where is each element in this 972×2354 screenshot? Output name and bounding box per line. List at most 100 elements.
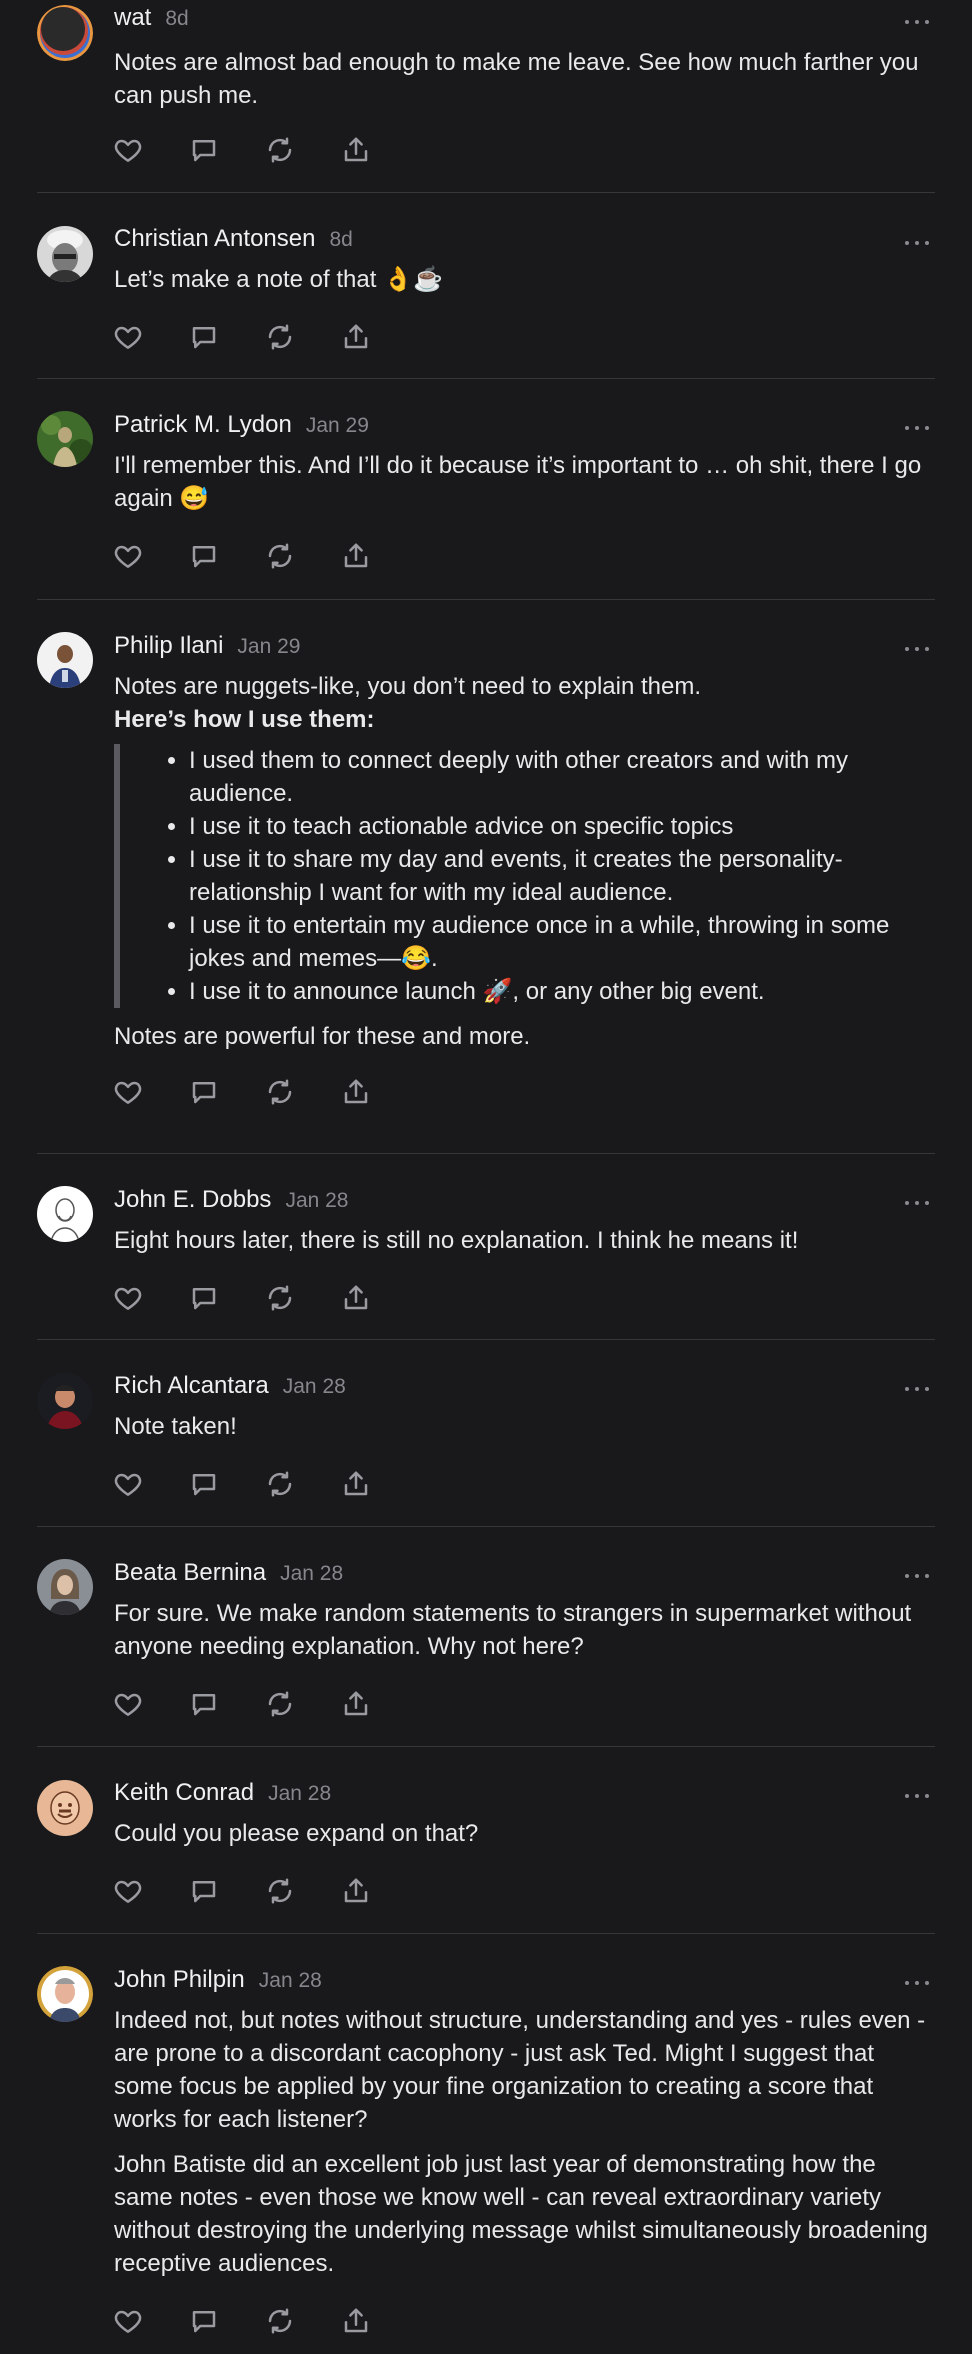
restack-icon[interactable] — [260, 1684, 300, 1724]
restack-icon[interactable] — [260, 536, 300, 576]
more-options-icon[interactable] — [899, 639, 935, 659]
note-date[interactable]: Jan 29 — [237, 635, 300, 659]
note-date[interactable]: Jan 28 — [285, 1189, 348, 1213]
more-options-icon[interactable] — [899, 418, 935, 438]
more-options-icon[interactable] — [899, 1973, 935, 1993]
avatar[interactable] — [37, 226, 93, 282]
like-icon[interactable] — [108, 1072, 148, 1112]
note-actions — [114, 536, 935, 576]
note-body: Could you please expand on that? — [114, 1817, 935, 1850]
note-date[interactable]: 8d — [165, 7, 188, 31]
share-icon[interactable] — [336, 1072, 376, 1112]
share-icon[interactable] — [336, 536, 376, 576]
note-bold-heading: Here’s how I use them: — [114, 706, 375, 733]
list-item: I use it to teach actionable advice on s… — [189, 810, 915, 843]
note-card: Keith Conrad Jan 28 Could you please exp… — [37, 1747, 935, 1934]
author-name[interactable]: Christian Antonsen — [114, 225, 315, 253]
note-card: John E. Dobbs Jan 28 Eight hours later, … — [37, 1154, 935, 1340]
restack-icon[interactable] — [260, 1278, 300, 1318]
bullet-list: I used them to connect deeply with other… — [156, 744, 915, 1008]
restack-icon[interactable] — [260, 1464, 300, 1504]
note-paragraph: Could you please expand on that? — [114, 1820, 479, 1847]
note-body: Eight hours later, there is still no exp… — [114, 1224, 935, 1257]
comment-icon[interactable] — [184, 130, 224, 170]
note-card: wat 8d Notes are almost bad enough to ma… — [37, 0, 935, 193]
share-icon[interactable] — [336, 1684, 376, 1724]
more-options-icon[interactable] — [899, 1786, 935, 1806]
author-name[interactable]: John E. Dobbs — [114, 1186, 271, 1214]
avatar[interactable] — [37, 1373, 93, 1429]
restack-icon[interactable] — [260, 1871, 300, 1911]
author-name[interactable]: Philip Ilani — [114, 632, 223, 660]
comment-icon[interactable] — [184, 1464, 224, 1504]
note-date[interactable]: Jan 29 — [306, 414, 369, 438]
comment-icon[interactable] — [184, 536, 224, 576]
share-icon[interactable] — [336, 1871, 376, 1911]
note-actions — [114, 130, 935, 170]
notes-feed: wat 8d Notes are almost bad enough to ma… — [0, 0, 972, 2354]
avatar[interactable] — [37, 1780, 93, 1836]
avatar[interactable] — [37, 1559, 93, 1615]
note-card: John Philpin Jan 28 Indeed not, but note… — [37, 1934, 935, 2354]
share-icon[interactable] — [336, 1464, 376, 1504]
note-paragraph: Indeed not, but notes without structure,… — [114, 2007, 926, 2133]
share-icon[interactable] — [336, 317, 376, 357]
restack-icon[interactable] — [260, 2301, 300, 2341]
note-body: I'll remember this. And I’ll do it becau… — [114, 449, 935, 515]
note-paragraph: Let’s make a note of that 👌☕ — [114, 266, 443, 293]
author-name[interactable]: Patrick M. Lydon — [114, 411, 292, 439]
more-options-icon[interactable] — [899, 12, 935, 32]
note-paragraph: Notes are nuggets-like, you don’t need t… — [114, 673, 702, 700]
author-name[interactable]: wat — [114, 4, 151, 32]
comment-icon[interactable] — [184, 1278, 224, 1318]
note-paragraph: For sure. We make random statements to s… — [114, 1600, 912, 1660]
like-icon[interactable] — [108, 1684, 148, 1724]
comment-icon[interactable] — [184, 1684, 224, 1724]
note-card: Patrick M. Lydon Jan 29 I'll remember th… — [37, 379, 935, 600]
author-name[interactable]: Rich Alcantara — [114, 1372, 269, 1400]
share-icon[interactable] — [336, 130, 376, 170]
avatar[interactable] — [37, 1186, 93, 1242]
note-body: Notes are almost bad enough to make me l… — [114, 46, 935, 112]
like-icon[interactable] — [108, 1278, 148, 1318]
author-name[interactable]: John Philpin — [114, 1966, 245, 1994]
like-icon[interactable] — [108, 1871, 148, 1911]
author-name[interactable]: Keith Conrad — [114, 1779, 254, 1807]
note-card: Philip Ilani Jan 29 Notes are nuggets-li… — [37, 600, 935, 1154]
more-options-icon[interactable] — [899, 1566, 935, 1586]
note-actions — [114, 317, 935, 357]
more-options-icon[interactable] — [899, 1379, 935, 1399]
like-icon[interactable] — [108, 317, 148, 357]
avatar[interactable] — [37, 632, 93, 688]
note-body: Indeed not, but notes without structure,… — [114, 2004, 935, 2280]
avatar[interactable] — [37, 411, 93, 467]
restack-icon[interactable] — [260, 130, 300, 170]
note-paragraph: I'll remember this. And I’ll do it becau… — [114, 452, 922, 512]
author-name[interactable]: Beata Bernina — [114, 1559, 266, 1587]
comment-icon[interactable] — [184, 1072, 224, 1112]
restack-icon[interactable] — [260, 1072, 300, 1112]
note-paragraph: John Batiste did an excellent job just l… — [114, 2151, 928, 2277]
comment-icon[interactable] — [184, 1871, 224, 1911]
restack-icon[interactable] — [260, 317, 300, 357]
note-actions — [114, 2301, 935, 2341]
like-icon[interactable] — [108, 130, 148, 170]
like-icon[interactable] — [108, 2301, 148, 2341]
share-icon[interactable] — [336, 1278, 376, 1318]
share-icon[interactable] — [336, 2301, 376, 2341]
avatar[interactable] — [37, 1966, 93, 2022]
like-icon[interactable] — [108, 536, 148, 576]
more-options-icon[interactable] — [899, 1193, 935, 1213]
like-icon[interactable] — [108, 1464, 148, 1504]
avatar[interactable] — [37, 5, 93, 61]
note-actions — [114, 1871, 935, 1911]
note-date[interactable]: Jan 28 — [280, 1562, 343, 1586]
note-date[interactable]: Jan 28 — [259, 1969, 322, 1993]
note-date[interactable]: Jan 28 — [268, 1782, 331, 1806]
comment-icon[interactable] — [184, 317, 224, 357]
comment-icon[interactable] — [184, 2301, 224, 2341]
note-date[interactable]: 8d — [329, 228, 352, 252]
note-body: Let’s make a note of that 👌☕ — [114, 263, 935, 296]
note-date[interactable]: Jan 28 — [283, 1375, 346, 1399]
more-options-icon[interactable] — [899, 233, 935, 253]
